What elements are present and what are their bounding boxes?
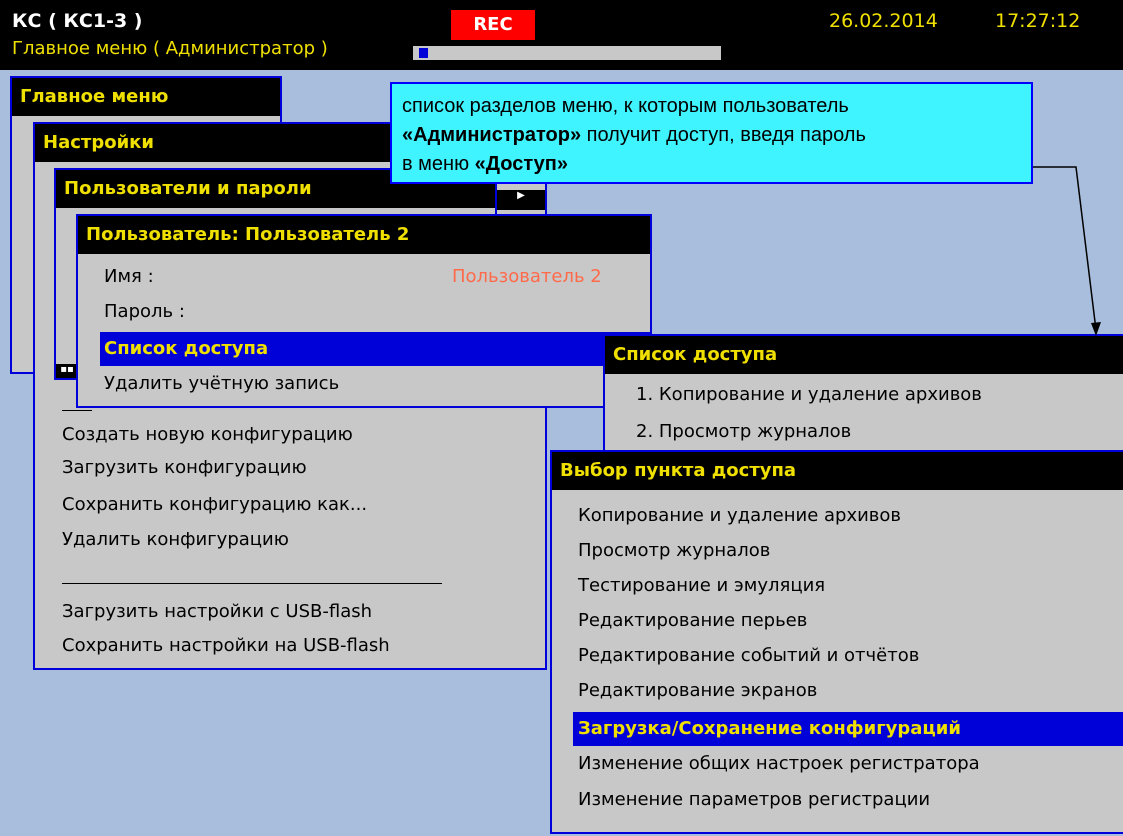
callout-arrow xyxy=(1033,166,1101,336)
